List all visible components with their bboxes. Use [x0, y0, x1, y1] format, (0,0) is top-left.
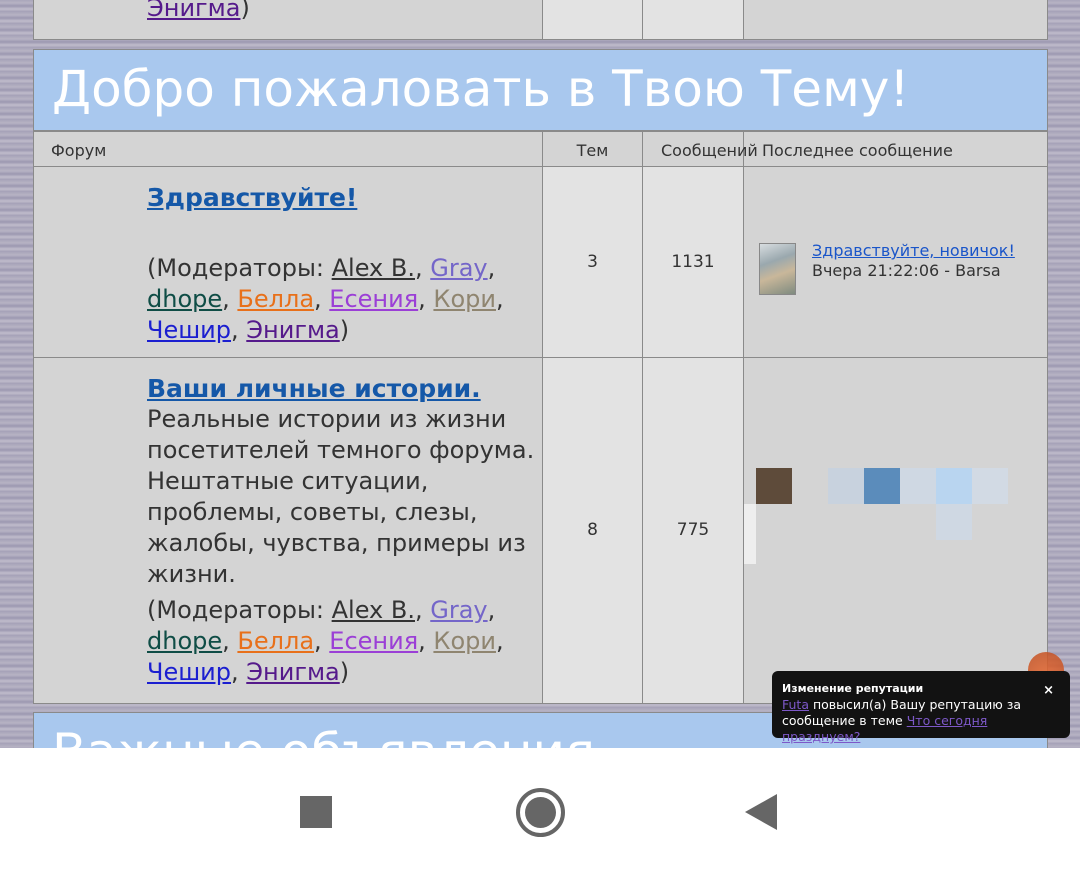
topics-cell: 8 [542, 358, 643, 703]
back-triangle-icon[interactable] [745, 794, 777, 830]
category-title: Добро пожаловать в Твою Тему! [52, 60, 910, 118]
forum-moderators: (Модераторы: Alex B., Gray, dhope, Белла… [147, 254, 504, 344]
mods-suffix: ) [339, 316, 350, 344]
moderator-link[interactable]: Белла [237, 627, 314, 655]
header-topics: Тем [576, 141, 609, 160]
image-pixel [756, 468, 792, 504]
image-pixel [972, 468, 1008, 504]
last-post-link[interactable]: Здравствуйте, новичок! [812, 241, 1015, 260]
moderator-link[interactable]: Чешир [147, 658, 231, 686]
topics-cell [542, 0, 643, 39]
header-last-post: Последнее сообщение [762, 141, 953, 160]
posts-cell: 1131 [643, 167, 744, 357]
image-pixel [744, 504, 756, 564]
square-nav-icon[interactable] [300, 796, 332, 828]
toast-title: Изменение репутации [782, 682, 924, 695]
last-post-meta: Вчера 21:22:06 - Barsa [812, 261, 1001, 280]
image-pixel [900, 468, 936, 504]
moderator-link[interactable]: Энигма [246, 658, 339, 686]
image-pixel [936, 504, 972, 540]
posts-cell: 775 [643, 358, 744, 703]
forum-description: Реальные истории из жизни посетителей те… [147, 405, 535, 588]
toast-user-link[interactable]: Futa [782, 697, 809, 712]
forum-row: Ваши личные истории. Реальные истории из… [33, 357, 1048, 704]
moderator-link[interactable]: dhope [147, 627, 222, 655]
image-pixel [936, 468, 972, 504]
category-title: Важные объявления [52, 723, 595, 748]
forum-title-link[interactable]: Здравствуйте! [147, 183, 357, 212]
moderator-link[interactable]: Есения [329, 285, 418, 313]
moderator-link[interactable]: Чешир [147, 316, 231, 344]
mods-close-paren: ) [240, 0, 250, 22]
topics-count: 3 [587, 252, 598, 272]
topics-count: 8 [587, 520, 598, 540]
home-circle-icon[interactable] [516, 788, 565, 837]
system-navigation-bar [0, 748, 1080, 877]
header-forum: Форум [51, 141, 107, 160]
moderator-link[interactable]: Кори [433, 285, 496, 313]
moderator-link[interactable]: Gray [430, 596, 487, 624]
moderator-link[interactable]: Кори [433, 627, 496, 655]
close-icon[interactable]: × [1043, 683, 1054, 699]
mods-prefix: (Модераторы: [147, 596, 332, 624]
forum-table: Энигма) Добро пожаловать в Твою Тему! Фо… [33, 0, 1048, 748]
forum-row: Здравствуйте! (Модераторы: Alex B., Gray… [33, 166, 1048, 358]
posts-cell [643, 0, 744, 39]
posts-count: 1131 [671, 252, 715, 272]
forum-title-link[interactable]: Ваши личные истории. [147, 374, 481, 403]
topics-cell: 3 [542, 167, 643, 357]
moderator-link-enigma-prev[interactable]: Энигма [147, 0, 240, 22]
moderator-link[interactable]: Alex B. [332, 254, 415, 282]
avatar[interactable] [759, 243, 796, 295]
moderator-link[interactable]: Энигма [246, 316, 339, 344]
last-post-loading-image [744, 458, 1044, 578]
header-posts: Сообщений [661, 141, 758, 160]
mods-suffix: ) [339, 658, 350, 686]
moderator-link[interactable]: Alex B. [332, 596, 415, 624]
image-pixel [864, 468, 900, 504]
image-pixel [828, 468, 864, 504]
moderator-link[interactable]: Белла [237, 285, 314, 313]
forum-row-previous: Энигма) [33, 0, 1048, 40]
moderators-tail: Энигма) [147, 0, 250, 24]
moderator-link[interactable]: dhope [147, 285, 222, 313]
moderator-link[interactable]: Есения [329, 627, 418, 655]
moderator-link[interactable]: Gray [430, 254, 487, 282]
header-topics-cell: Тем [542, 132, 643, 166]
reputation-toast: Изменение репутации × Futa повысил(а) Ва… [772, 671, 1070, 744]
forum-moderators: (Модераторы: Alex B., Gray, dhope, Белла… [147, 596, 504, 686]
mods-prefix: (Модераторы: [147, 254, 332, 282]
toast-body: Futa повысил(а) Вашу репутацию за сообще… [782, 697, 1060, 745]
category-header: Добро пожаловать в Твою Тему! [33, 49, 1048, 131]
posts-count: 775 [676, 520, 710, 540]
table-header: Форум Тем Сообщений Последнее сообщение [33, 131, 1048, 167]
